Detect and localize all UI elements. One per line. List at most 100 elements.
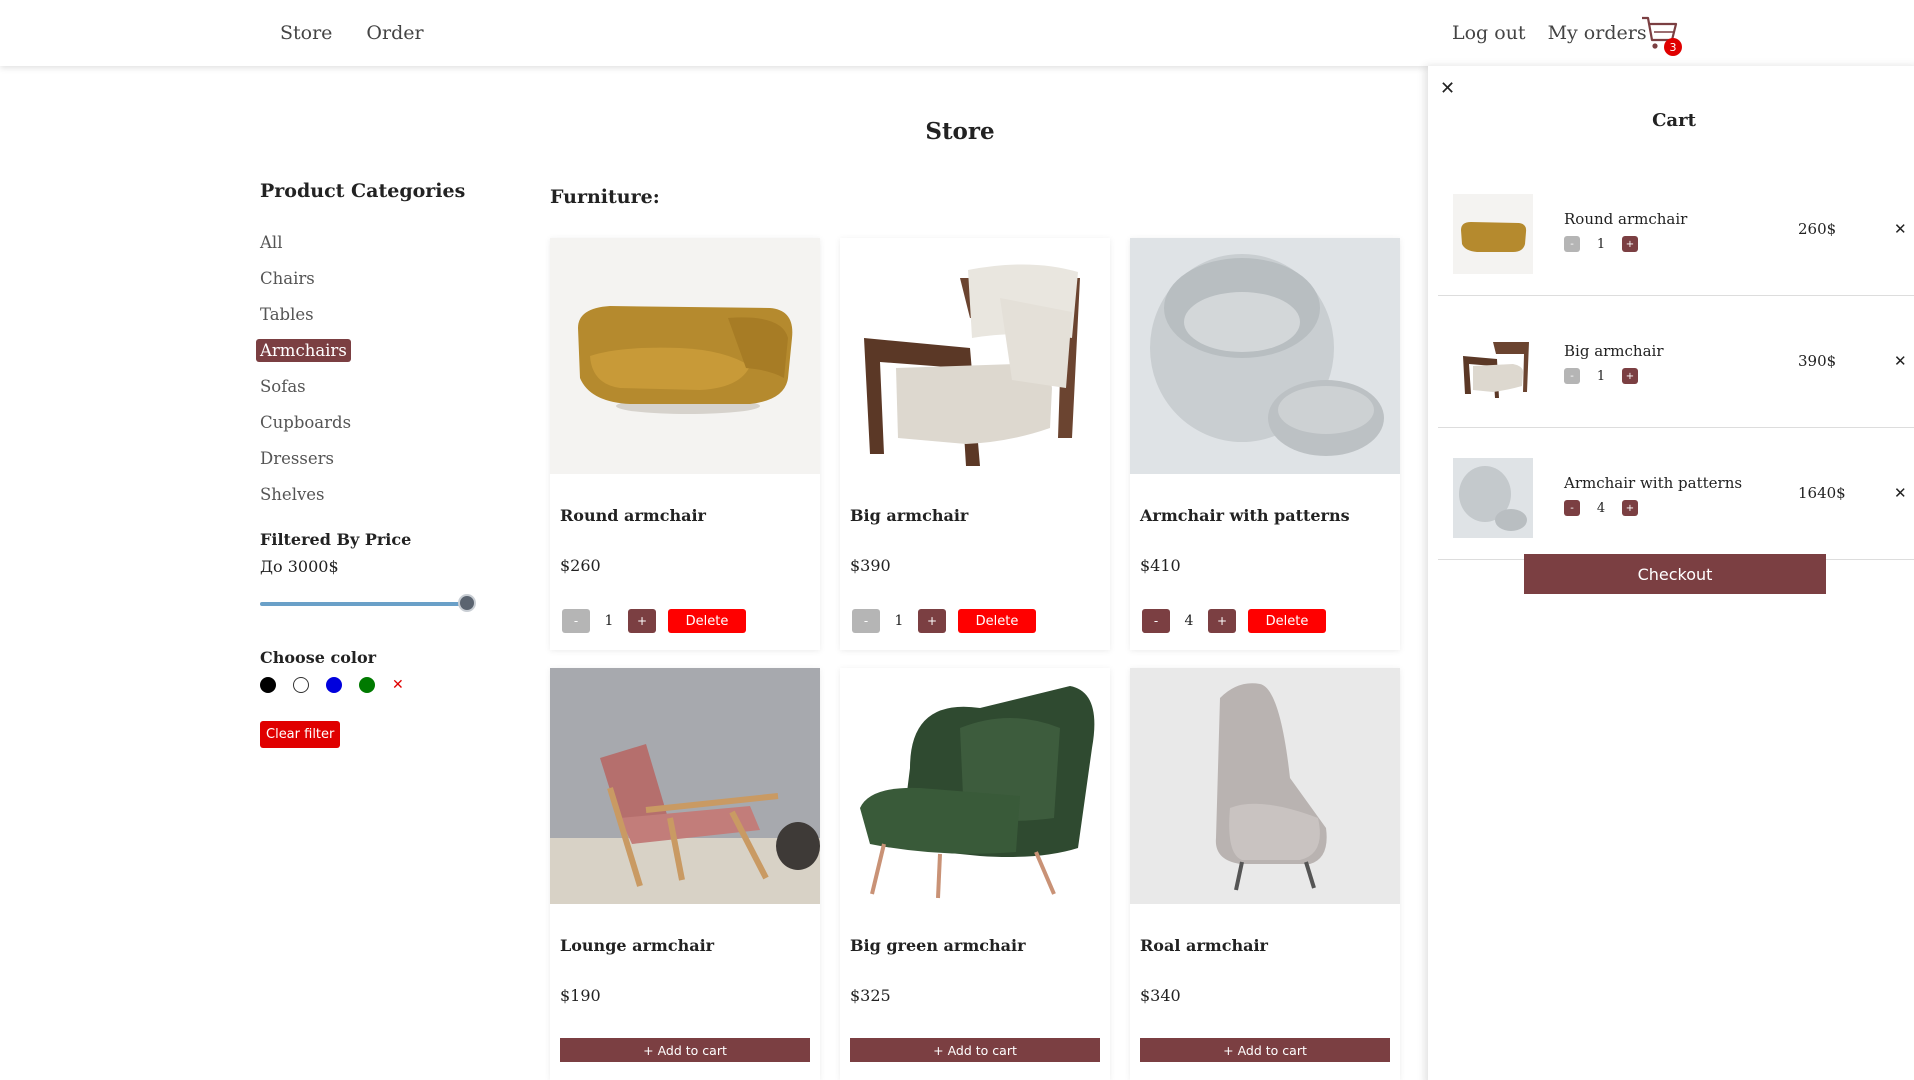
big-armchair-thumb bbox=[1463, 342, 1529, 398]
decrease-qty-button[interactable]: - bbox=[562, 609, 590, 633]
top-nav-bar: Store Order Log out My orders 3 bbox=[0, 0, 1914, 66]
increase-qty-button[interactable]: + bbox=[1622, 500, 1638, 516]
green-armchair-image bbox=[860, 686, 1095, 899]
product-image bbox=[550, 668, 820, 904]
product-price: $340 bbox=[1140, 986, 1181, 1005]
product-card: Big green armchair $325 + Add to cart bbox=[840, 668, 1110, 1080]
cart-item-image bbox=[1453, 458, 1533, 538]
product-image bbox=[840, 668, 1110, 904]
color-swatch-blue[interactable] bbox=[326, 677, 342, 693]
cart-item-price: 260$ bbox=[1798, 220, 1837, 238]
category-item-sofas[interactable]: Sofas bbox=[260, 368, 500, 404]
product-price: $390 bbox=[850, 556, 891, 575]
cart-item-price: 390$ bbox=[1798, 352, 1837, 370]
price-filter-heading: Filtered By Price bbox=[260, 530, 412, 549]
add-to-cart-button[interactable]: + Add to cart bbox=[560, 1038, 810, 1062]
add-to-cart-button[interactable]: + Add to cart bbox=[850, 1038, 1100, 1062]
category-item-shelves[interactable]: Shelves bbox=[260, 476, 500, 512]
checkout-button[interactable]: Checkout bbox=[1524, 554, 1826, 594]
product-name: Round armchair bbox=[560, 506, 706, 525]
category-label: Dressers bbox=[260, 448, 334, 468]
category-label: Armchairs bbox=[256, 338, 351, 362]
cart-item-name: Round armchair bbox=[1564, 210, 1688, 228]
close-icon[interactable]: ✕ bbox=[1440, 78, 1455, 99]
quantity-value: 4 bbox=[1596, 500, 1606, 516]
cart-item: Round armchair - 1 + 260$ ✕ bbox=[1438, 164, 1914, 296]
category-item-cupboards[interactable]: Cupboards bbox=[260, 404, 500, 440]
decrease-qty-button[interactable]: - bbox=[1564, 500, 1580, 516]
remove-item-icon[interactable]: ✕ bbox=[1894, 484, 1907, 502]
price-slider[interactable] bbox=[260, 594, 476, 612]
category-label: Cupboards bbox=[260, 412, 352, 432]
category-item-armchairs[interactable]: Armchairs bbox=[256, 332, 500, 368]
color-filter-heading: Choose color bbox=[260, 648, 377, 667]
clear-filter-button[interactable]: Clear filter bbox=[260, 721, 341, 748]
product-name: Armchair with patterns bbox=[1140, 506, 1350, 525]
category-label: Tables bbox=[260, 304, 314, 324]
decrease-qty-button[interactable]: - bbox=[1142, 609, 1170, 633]
clear-color-icon[interactable]: ✕ bbox=[392, 677, 404, 693]
price-filter-value: До 3000$ bbox=[260, 557, 339, 576]
product-name: Big green armchair bbox=[850, 936, 1026, 955]
category-item-chairs[interactable]: Chairs bbox=[260, 260, 500, 296]
product-card: Round armchair $260 - 1 + Delete bbox=[550, 238, 820, 650]
color-swatch-green[interactable] bbox=[359, 677, 375, 693]
cart-button[interactable]: 3 bbox=[1640, 14, 1682, 56]
increase-qty-button[interactable]: + bbox=[1622, 236, 1638, 252]
product-card: Lounge armchair $190 + Add to cart bbox=[550, 668, 820, 1080]
color-swatch-black[interactable] bbox=[260, 677, 276, 693]
delete-button[interactable]: Delete bbox=[668, 609, 746, 633]
product-name: Roal armchair bbox=[1140, 936, 1268, 955]
delete-button[interactable]: Delete bbox=[1248, 609, 1326, 633]
roal-armchair-image bbox=[1215, 683, 1327, 891]
product-price: $260 bbox=[560, 556, 601, 575]
cart-item-image bbox=[1453, 194, 1533, 274]
my-orders-link[interactable]: My orders bbox=[1548, 22, 1647, 44]
increase-qty-button[interactable]: + bbox=[1208, 609, 1236, 633]
product-price: $190 bbox=[560, 986, 601, 1005]
delete-button[interactable]: Delete bbox=[958, 609, 1036, 633]
decrease-qty-button[interactable]: - bbox=[1564, 236, 1580, 252]
logout-link[interactable]: Log out bbox=[1452, 22, 1526, 44]
nav-store-link[interactable]: Store bbox=[280, 22, 332, 44]
product-card: Roal armchair $340 + Add to cart bbox=[1130, 668, 1400, 1080]
category-item-all[interactable]: All bbox=[260, 224, 500, 260]
cart-quantity-controls: - 1 + bbox=[1564, 236, 1638, 252]
category-label: Sofas bbox=[260, 376, 306, 396]
patterned-armchair-image bbox=[1150, 254, 1384, 456]
quantity-value: 1 bbox=[604, 613, 614, 629]
increase-qty-button[interactable]: + bbox=[918, 609, 946, 633]
lounge-armchair-image bbox=[550, 744, 820, 904]
increase-qty-button[interactable]: + bbox=[1622, 368, 1638, 384]
decrease-qty-button[interactable]: - bbox=[1564, 368, 1580, 384]
categories-heading: Product Categories bbox=[260, 180, 466, 202]
cart-quantity-controls: - 4 + bbox=[1564, 500, 1638, 516]
cart-item-name: Big armchair bbox=[1564, 342, 1664, 360]
filter-sidebar: Product Categories All Chairs Tables Arm… bbox=[256, 180, 500, 748]
section-title: Furniture: bbox=[550, 186, 660, 208]
quantity-value: 1 bbox=[894, 613, 904, 629]
quantity-controls: - 1 + Delete bbox=[852, 609, 1036, 633]
round-armchair-image bbox=[578, 306, 793, 414]
price-slider-thumb[interactable] bbox=[458, 594, 476, 612]
category-list: All Chairs Tables Armchairs Sofas Cupboa… bbox=[256, 224, 500, 512]
quantity-controls: - 4 + Delete bbox=[1142, 609, 1326, 633]
remove-item-icon[interactable]: ✕ bbox=[1894, 352, 1907, 370]
cart-title: Cart bbox=[1652, 110, 1696, 131]
nav-order-link[interactable]: Order bbox=[366, 22, 423, 44]
category-item-dressers[interactable]: Dressers bbox=[260, 440, 500, 476]
remove-item-icon[interactable]: ✕ bbox=[1894, 220, 1907, 238]
add-to-cart-button[interactable]: + Add to cart bbox=[1140, 1038, 1390, 1062]
quantity-value: 4 bbox=[1184, 613, 1194, 629]
quantity-controls: - 1 + Delete bbox=[562, 609, 746, 633]
decrease-qty-button[interactable]: - bbox=[852, 609, 880, 633]
color-swatch-white[interactable] bbox=[293, 677, 309, 693]
cart-drawer: ✕ Cart Round armchair - 1 + 260$ ✕ Big a… bbox=[1428, 66, 1914, 1080]
increase-qty-button[interactable]: + bbox=[628, 609, 656, 633]
category-item-tables[interactable]: Tables bbox=[260, 296, 500, 332]
main-nav: Store Order bbox=[280, 22, 424, 44]
category-label: Chairs bbox=[260, 268, 315, 288]
product-card: Armchair with patterns $410 - 4 + Delete bbox=[1130, 238, 1400, 650]
round-armchair-thumb bbox=[1461, 222, 1527, 252]
category-label: Shelves bbox=[260, 484, 325, 504]
